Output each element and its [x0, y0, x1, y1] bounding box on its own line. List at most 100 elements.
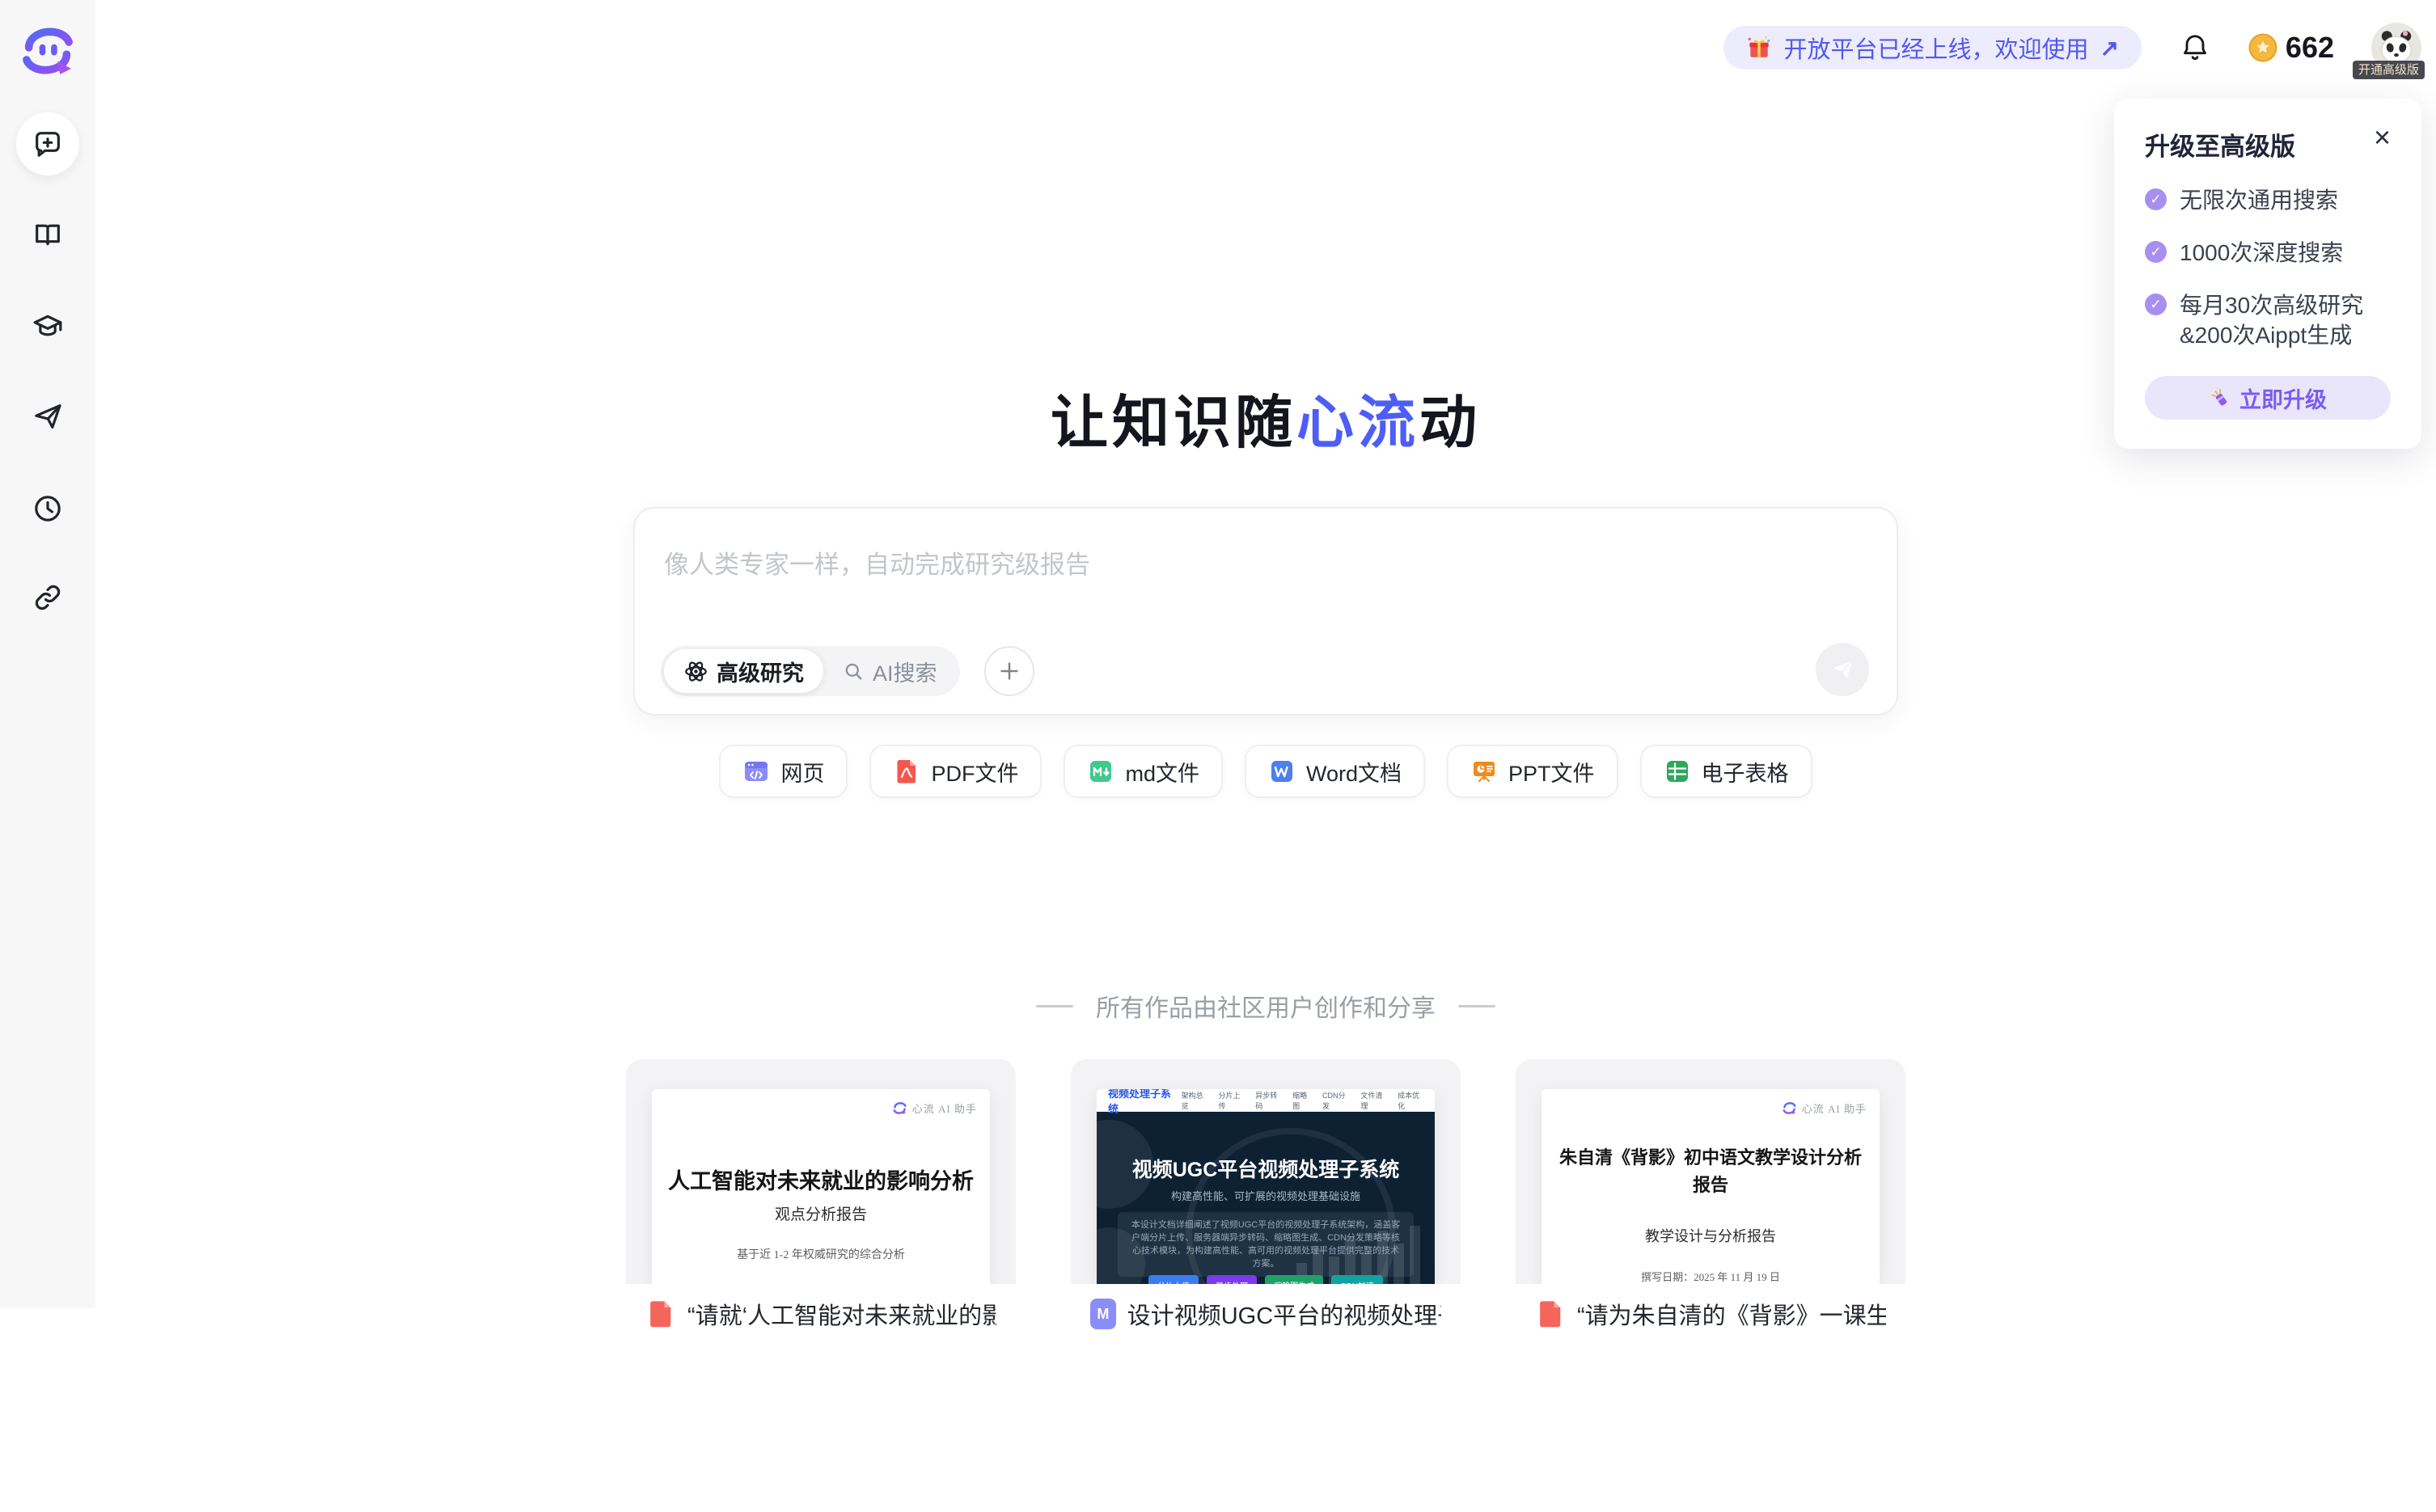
- hero-button: 分片上传: [1148, 1275, 1199, 1284]
- xinliu-logo-icon: [21, 24, 74, 78]
- card-caption: “请就‘人工智能对未来就业的影响’讨...: [687, 1297, 996, 1331]
- open-platform-banner[interactable]: 开放平台已经上线，欢迎使用 ↗: [1723, 26, 2141, 70]
- close-icon[interactable]: ×: [2374, 126, 2391, 149]
- upgrade-cta-label: 立即升级: [2239, 382, 2327, 414]
- nav-link: 缩略图: [1292, 1090, 1314, 1111]
- chip-label: md文件: [1125, 756, 1199, 788]
- send-button[interactable]: [1816, 643, 1869, 696]
- chip-label: 电子表格: [1702, 756, 1789, 788]
- preview-nav-brand: 视频处理子系统: [1108, 1089, 1182, 1116]
- gift-icon: [1746, 35, 1772, 61]
- banner-arrow-icon: ↗: [2100, 35, 2118, 61]
- hero-button: 缩略图生成: [1265, 1275, 1323, 1284]
- search-icon: [843, 661, 865, 682]
- plus-icon: [997, 659, 1021, 683]
- doc-date: 撰写日期：2025 年 11 月 19 日: [1542, 1269, 1880, 1284]
- gallery-card-beiying-teaching[interactable]: 心流 AI 助手 朱自清《背影》初中语文教学设计分析报告 教学设计与分析报告 撰…: [1516, 1059, 1905, 1512]
- notification-bell-icon[interactable]: [2179, 32, 2211, 64]
- document-preview: 心流 AI 助手 人工智能对未来就业的影响分析 观点分析报告 基于近 1-2 年…: [652, 1089, 990, 1284]
- chip-markdown[interactable]: md文件: [1064, 745, 1223, 798]
- mode-advanced-label: 高级研究: [717, 656, 804, 687]
- sidebar-item-learning[interactable]: [16, 294, 79, 357]
- coin-balance[interactable]: 662: [2248, 31, 2334, 65]
- upgrade-now-button[interactable]: 立即升级: [2145, 376, 2391, 420]
- gallery-card-video-ugc[interactable]: 视频处理子系统 架构总览 分片上传 异步转码 缩略图 CDN分发 文件清理 成本…: [1071, 1059, 1461, 1512]
- send-plane-icon: [1829, 657, 1855, 682]
- nav-link: 异步转码: [1255, 1090, 1284, 1111]
- hero-buttons: 分片上传 异步处理 缩略图生成 CDN加速: [1097, 1275, 1435, 1284]
- card-caption-strip: M 设计视频UGC平台的视频处理子系...: [1071, 1284, 1461, 1512]
- link-icon: [32, 581, 64, 614]
- chip-ppt[interactable]: PPT文件: [1447, 745, 1618, 798]
- sidebar-item-history[interactable]: [16, 477, 79, 540]
- benefit-text: 每月30次高级研究 &200次Aippt生成: [2180, 290, 2363, 350]
- paper-plane-icon: [32, 400, 64, 433]
- banner-text: 开放平台已经上线，欢迎使用: [1783, 31, 2088, 65]
- pdf-file-icon: [1535, 1299, 1566, 1329]
- chip-label: 网页: [780, 756, 824, 788]
- doc-title: 人工智能对未来就业的影响分析: [668, 1164, 974, 1195]
- benefit-text: 无限次通用搜索: [2180, 185, 2338, 215]
- hero-button: CDN加速: [1331, 1275, 1383, 1284]
- preview-brand: 心流 AI 助手: [1783, 1100, 1867, 1116]
- benefit-item: ✓ 每月30次高级研究 &200次Aippt生成: [2145, 290, 2391, 350]
- mode-ai-label: AI搜索: [873, 656, 937, 687]
- chip-spreadsheet[interactable]: 电子表格: [1640, 745, 1812, 798]
- sidebar-item-library[interactable]: [16, 203, 79, 266]
- search-mode-controls: 高级研究 AI搜索: [661, 646, 1034, 696]
- gallery-card-ai-employment[interactable]: 心流 AI 助手 人工智能对未来就业的影响分析 观点分析报告 基于近 1-2 年…: [626, 1059, 1016, 1512]
- app-logo[interactable]: [21, 24, 74, 78]
- preview-hero: 视频UGC平台视频处理子系统 构建高性能、可扩展的视频处理基础设施 本设计文档详…: [1097, 1112, 1435, 1284]
- mode-advanced-research[interactable]: 高级研究: [664, 649, 823, 693]
- sidebar-item-share[interactable]: [16, 385, 79, 448]
- file-type-chips: 网页 PDF文件 md文件 Word文档 PPT文件: [95, 745, 2436, 798]
- chip-pdf[interactable]: PDF文件: [869, 745, 1042, 798]
- graduation-cap-icon: [32, 310, 64, 342]
- title-part-post: 动: [1419, 391, 1481, 455]
- chip-label: Word文档: [1306, 756, 1402, 788]
- divider-text: 所有作品由社区用户创作和分享: [1096, 988, 1436, 1024]
- book-icon: [32, 218, 64, 251]
- clock-icon: [32, 492, 64, 525]
- page-title: 让知识随心流动: [95, 377, 2436, 459]
- user-avatar[interactable]: 开通高级版: [2371, 23, 2421, 73]
- chip-word[interactable]: Word文档: [1245, 745, 1425, 798]
- markdown-file-icon: M: [1090, 1299, 1116, 1329]
- coin-icon: [2248, 33, 2277, 62]
- coin-count: 662: [2286, 31, 2334, 65]
- doc-title: 朱自清《背影》初中语文教学设计分析报告: [1559, 1144, 1862, 1199]
- benefit-item: ✓ 1000次深度搜索: [2145, 238, 2391, 268]
- search-card: 高级研究 AI搜索: [633, 507, 1898, 716]
- benefit-text: 1000次深度搜索: [2180, 238, 2343, 268]
- doc-note: 基于近 1-2 年权威研究的综合分析: [652, 1246, 990, 1262]
- webpage-icon: [742, 758, 770, 785]
- sidebar-item-links[interactable]: [16, 566, 79, 629]
- title-part-highlight: 心流: [1296, 391, 1419, 455]
- sidebar-item-new-chat[interactable]: [16, 112, 79, 175]
- document-preview: 心流 AI 助手 朱自清《背影》初中语文教学设计分析报告 教学设计与分析报告 撰…: [1542, 1089, 1880, 1284]
- card-caption-strip: “请就‘人工智能对未来就业的影响’讨...: [626, 1284, 1016, 1512]
- mode-ai-search[interactable]: AI搜索: [823, 649, 957, 693]
- nav-link: 架构总览: [1182, 1090, 1211, 1111]
- new-chat-icon: [32, 128, 64, 160]
- spreadsheet-icon: [1664, 758, 1691, 785]
- avatar-upgrade-badge[interactable]: 开通高级版: [2353, 61, 2425, 79]
- pdf-file-icon: [645, 1299, 676, 1329]
- preview-nav-links: 架构总览 分片上传 异步转码 缩略图 CDN分发 文件清理 成本优化: [1182, 1090, 1427, 1111]
- title-part-pre: 让知识随: [1051, 391, 1296, 455]
- chip-label: PPT文件: [1508, 756, 1595, 788]
- hero-title: 视频UGC平台视频处理子系统: [1097, 1154, 1435, 1183]
- app-root: { "topbar": { "banner_text": "开放平台已经上线，欢…: [0, 0, 2436, 1308]
- xinliu-mini-logo-icon: [893, 1101, 907, 1115]
- markdown-file-icon: [1087, 758, 1114, 785]
- community-gallery: 心流 AI 助手 人工智能对未来就业的影响分析 观点分析报告 基于近 1-2 年…: [95, 1059, 2436, 1512]
- search-input[interactable]: [635, 509, 1897, 630]
- chip-webpage[interactable]: 网页: [719, 745, 848, 798]
- ppt-file-icon: [1470, 758, 1498, 785]
- community-divider: 所有作品由社区用户创作和分享: [95, 988, 2436, 1024]
- sidebar: [0, 0, 95, 1308]
- add-attachment-button[interactable]: [984, 646, 1034, 696]
- doc-subtitle: 观点分析报告: [652, 1202, 990, 1224]
- mode-segmented-control: 高级研究 AI搜索: [661, 646, 960, 696]
- hero-button: 异步处理: [1207, 1275, 1257, 1284]
